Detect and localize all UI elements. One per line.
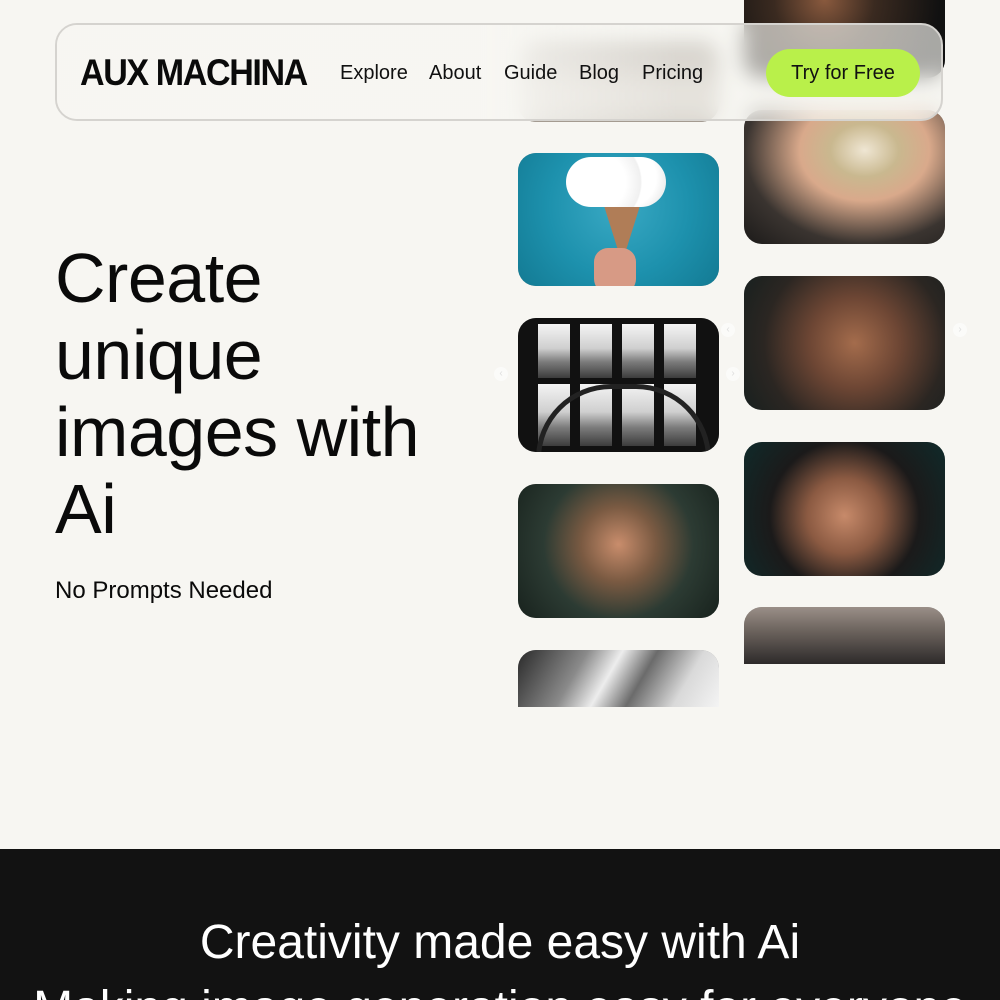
nav-link-about[interactable]: About [429,60,481,86]
gallery-image-crowd[interactable] [744,607,945,664]
nav-link-blog[interactable]: Blog [579,60,619,86]
section-title: Creativity made easy with Ai [199,916,801,969]
hero-subtitle: No Prompts Needed [55,577,273,604]
try-for-free-button[interactable]: Try for Free [766,49,920,97]
gallery-image-ice-cream-cloud[interactable] [518,153,719,286]
gallery-image-old-man-portrait[interactable] [744,276,945,410]
carousel-right-arrow-icon[interactable]: › [953,323,967,337]
cloud-shape [566,157,666,207]
gallery-image-abstract-bw[interactable] [518,650,719,707]
nav-link-pricing[interactable]: Pricing [642,60,703,86]
carousel-right-arrow-icon[interactable]: › [726,367,740,381]
hand-shape [594,248,636,286]
hero-title: Create unique images with Ai [55,239,420,548]
gallery-image-man-portrait[interactable] [518,484,719,618]
brand-logo[interactable]: AUX MACHINA [80,50,308,96]
carousel-left-arrow-icon[interactable]: ‹ [494,367,508,381]
carousel-left-arrow-icon[interactable]: ‹ [721,323,735,337]
nav-link-guide[interactable]: Guide [504,60,557,86]
gallery-image-curly-hair-portrait[interactable] [744,442,945,576]
section-subtitle: Making image generation easy for everyon… [0,979,1000,1000]
nav-link-explore[interactable]: Explore [340,60,408,86]
gallery-image-blond-portrait[interactable] [744,110,945,244]
gallery-image-bridge-window[interactable] [518,318,719,452]
feature-section: Creativity made easy with Ai Making imag… [0,849,1000,1000]
